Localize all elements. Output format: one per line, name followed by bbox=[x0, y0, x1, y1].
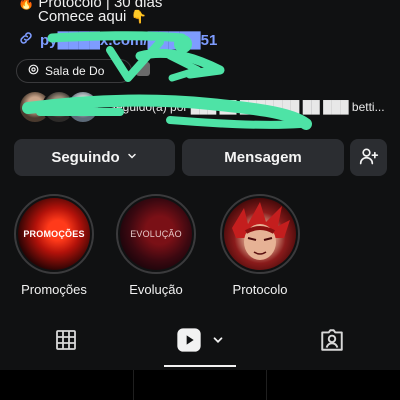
tagged-icon bbox=[319, 327, 345, 358]
anime-face-image bbox=[232, 202, 290, 260]
tab-tagged[interactable] bbox=[272, 320, 392, 364]
grid-icon bbox=[54, 328, 78, 357]
highlight-cover bbox=[224, 198, 296, 270]
grid-divider bbox=[133, 370, 134, 400]
message-label: Mensagem bbox=[224, 149, 302, 166]
active-tab-indicator bbox=[164, 365, 236, 367]
chip-badge bbox=[136, 62, 150, 76]
bio-line-2: Comece aqui 👇 bbox=[38, 8, 147, 26]
following-button[interactable]: Seguindo bbox=[14, 139, 175, 176]
tab-reels[interactable] bbox=[140, 320, 260, 364]
tab-grid[interactable] bbox=[6, 320, 126, 364]
grid-divider bbox=[266, 370, 267, 400]
pointing-down-emoji: 👇 bbox=[130, 9, 147, 24]
threads-chip[interactable]: Sala de Do bbox=[16, 59, 132, 83]
message-button[interactable]: Mensagem bbox=[182, 139, 344, 176]
bio-link[interactable]: py████x.com/█████51 bbox=[18, 30, 217, 50]
following-label: Seguindo bbox=[51, 149, 120, 166]
highlight-ring bbox=[220, 194, 300, 274]
highlight-ring: EVOLUÇÃO bbox=[116, 194, 196, 274]
followed-by-text: Seguido(a) por ███ ██ ███████ ██ ███ bet… bbox=[108, 100, 385, 114]
highlight-cover: EVOLUÇÃO bbox=[120, 198, 192, 270]
threads-chip-label: Sala de Do bbox=[45, 64, 105, 78]
suggest-people-button[interactable] bbox=[350, 139, 387, 176]
highlight-cover: PROMOÇÕES bbox=[18, 198, 90, 270]
reels-icon bbox=[175, 326, 203, 359]
highlight-label: Evolução bbox=[129, 282, 183, 297]
highlight-label: Promoções bbox=[21, 282, 87, 297]
highlight-label: Protocolo bbox=[232, 282, 288, 297]
grid-preview-strip bbox=[0, 370, 400, 400]
threads-icon bbox=[27, 63, 40, 79]
bio-link-text: py████x.com/█████51 bbox=[40, 31, 218, 49]
add-person-icon bbox=[359, 146, 379, 170]
chevron-down-icon bbox=[126, 149, 138, 166]
highlight-protocolo[interactable]: Protocolo bbox=[218, 194, 302, 297]
highlight-promocoes[interactable]: PROMOÇÕES Promoções bbox=[12, 194, 96, 297]
followed-by-row[interactable]: Seguido(a) por ███ ██ ███████ ██ ███ bet… bbox=[18, 90, 385, 124]
profile-tabs bbox=[0, 320, 400, 368]
chevron-down-icon bbox=[211, 333, 225, 352]
bio-line-2-text: Comece aqui bbox=[38, 8, 127, 25]
fire-emoji: 🔥 bbox=[18, 0, 35, 10]
highlight-ring: PROMOÇÕES bbox=[14, 194, 94, 274]
avatar bbox=[66, 90, 100, 124]
profile-screen: 🔥 Protocolo | 30 dias Comece aqui 👇 py██… bbox=[0, 0, 400, 400]
link-icon bbox=[18, 30, 34, 50]
highlight-evolucao[interactable]: EVOLUÇÃO Evolução bbox=[114, 194, 198, 297]
